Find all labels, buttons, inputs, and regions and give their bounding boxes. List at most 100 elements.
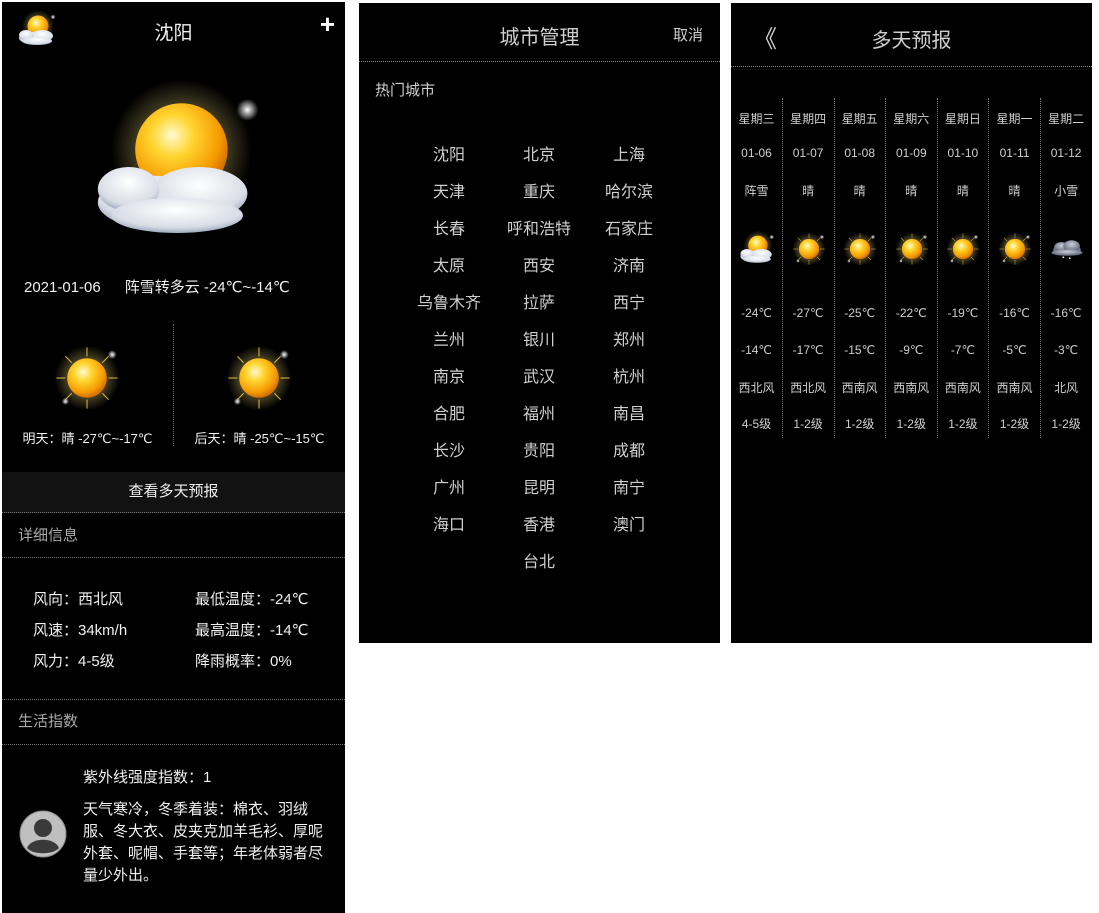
city-item[interactable]: 福州 xyxy=(494,400,584,423)
city-item[interactable]: 乌鲁木齐 xyxy=(404,289,494,312)
view-forecast-button[interactable]: 查看多天预报 xyxy=(2,472,345,513)
city-item[interactable]: 海口 xyxy=(404,511,494,534)
city-manage-title: 城市管理 xyxy=(499,27,580,49)
forecast-wind-level: 1-2级 xyxy=(999,417,1030,431)
city-item[interactable]: 沈阳 xyxy=(404,141,494,164)
max-temperature: 最高温度：-14℃ xyxy=(195,622,309,639)
forecast-day: 星期四 01-07 晴 -27℃ -17℃ 西北风 1-2级 xyxy=(783,98,835,438)
forecast-wind-level: 1-2级 xyxy=(896,417,926,431)
city-item[interactable]: 杭州 xyxy=(584,363,674,386)
city-item[interactable]: 合肥 xyxy=(404,400,494,423)
city-item[interactable]: 武汉 xyxy=(494,363,584,386)
tomorrow-card: 明天：晴 -27℃~-17℃ xyxy=(2,324,173,446)
city-item[interactable]: 兰州 xyxy=(404,326,494,349)
city-item[interactable]: 长春 xyxy=(404,215,494,238)
forecast-wind: 北风 xyxy=(1054,381,1079,395)
forecast-low-temp: -24℃ xyxy=(741,306,772,320)
forecast-day: 星期二 01-12 小雪 -16℃ -3℃ 北风 1-2级 xyxy=(1041,98,1092,438)
after-tomorrow-text: 后天：晴 -25℃~-15℃ xyxy=(194,431,325,446)
city-item[interactable]: 南宁 xyxy=(584,474,674,497)
forecast-low-temp: -16℃ xyxy=(999,306,1030,320)
city-title[interactable]: 沈阳 xyxy=(2,18,345,45)
forecast-day: 星期五 01-08 晴 -25℃ -15℃ 西南风 1-2级 xyxy=(834,98,887,438)
forecast-low-temp: -16℃ xyxy=(1050,306,1082,320)
detail-row: 风向：西北风 最低温度：-24℃ xyxy=(2,588,345,612)
forecast-low-temp: -25℃ xyxy=(844,306,876,320)
city-item[interactable]: 西安 xyxy=(494,252,584,275)
city-item[interactable]: 西宁 xyxy=(584,289,674,312)
city-item[interactable]: 北京 xyxy=(494,141,584,164)
forecast-wind: 西北风 xyxy=(790,381,827,395)
city-item[interactable]: 太原 xyxy=(404,252,494,275)
forecast-weekday: 星期三 xyxy=(738,112,775,126)
dress-advice: 天气寒冷，冬季着装：棉衣、羽绒服、冬大衣、皮夹克加羊毛衫、厚呢外套、呢帽、手套等… xyxy=(83,801,324,884)
main-header: 沈阳 + xyxy=(2,2,345,54)
sun-cloud-icon xyxy=(67,72,287,262)
forecast-high-temp: -9℃ xyxy=(899,343,924,357)
detail-section-title: 详细信息 xyxy=(2,514,345,558)
forecast-wind-level: 4-5级 xyxy=(741,417,772,431)
forecast-weather: 阵雪 xyxy=(744,184,769,198)
today-summary: 2021-01-06 阵雪转多云 -24℃~-14℃ xyxy=(24,276,290,297)
city-item[interactable]: 呼和浩特 xyxy=(494,215,584,238)
forecast-weather: 晴 xyxy=(802,184,815,198)
city-item[interactable]: 银川 xyxy=(494,326,584,349)
add-city-button[interactable]: + xyxy=(320,11,335,37)
forecast-wind: 西南风 xyxy=(893,381,930,395)
city-item[interactable]: 济南 xyxy=(584,252,674,275)
city-item[interactable]: 石家庄 xyxy=(584,215,674,238)
forecast-high-temp: -14℃ xyxy=(741,343,772,357)
min-temperature: 最低温度：-24℃ xyxy=(195,591,309,608)
snow-cloud-icon xyxy=(1044,230,1090,268)
forecast-day: 星期一 01-11 晴 -16℃ -5℃ 西南风 1-2级 xyxy=(989,98,1041,438)
forecast-weather: 晴 xyxy=(956,184,969,198)
forecast-date: 01-07 xyxy=(792,146,824,160)
forecast-wind-level: 1-2级 xyxy=(948,417,978,431)
city-item[interactable]: 拉萨 xyxy=(494,289,584,312)
rain-probability: 降雨概率：0% xyxy=(195,653,292,670)
forecast-wind-level: 1-2级 xyxy=(793,417,823,431)
city-item[interactable]: 贵阳 xyxy=(494,437,584,460)
weather-main-panel: 沈阳 + 2021-01-06 阵雪转多云 -24℃~-14℃ 明天：晴 -27℃… xyxy=(2,2,345,913)
forecast-wind: 西北风 xyxy=(738,381,775,395)
forecast-date: 01-06 xyxy=(741,146,772,160)
forecast-columns: 星期三 01-06 阵雪 -24℃ -14℃ 西北风 4-5级 星期四 01-07 晴 -27℃ -1… xyxy=(731,98,1092,438)
forecast-high-temp: -7℃ xyxy=(950,343,975,357)
forecast-date: 01-12 xyxy=(1050,146,1082,160)
city-item[interactable]: 长沙 xyxy=(404,437,494,460)
forecast-weekday: 星期五 xyxy=(841,112,878,126)
city-item[interactable]: 香港 xyxy=(494,511,584,534)
city-item[interactable]: 上海 xyxy=(584,141,674,164)
city-item[interactable]: 重庆 xyxy=(494,178,584,201)
city-item[interactable]: 台北 xyxy=(494,548,584,571)
detail-row: 风力：4-5级 降雨概率：0% xyxy=(2,650,345,674)
forecast-weather: 晴 xyxy=(853,184,866,198)
city-item[interactable]: 澳门 xyxy=(584,511,674,534)
cancel-button[interactable]: 取消 xyxy=(673,24,703,45)
forecast-weather: 小雪 xyxy=(1054,184,1079,198)
forecast-date: 01-11 xyxy=(999,146,1030,160)
forecast-wind: 西南风 xyxy=(944,381,981,395)
user-avatar-icon xyxy=(19,810,67,858)
wind-speed: 风速：34km/h xyxy=(33,622,128,639)
forecast-high-temp: -17℃ xyxy=(792,343,824,357)
city-item[interactable]: 郑州 xyxy=(584,326,674,349)
city-item[interactable]: 天津 xyxy=(404,178,494,201)
city-item[interactable]: 南昌 xyxy=(584,400,674,423)
sun-icon xyxy=(786,230,832,268)
city-item[interactable]: 哈尔滨 xyxy=(584,178,674,201)
city-item[interactable]: 南京 xyxy=(404,363,494,386)
city-item[interactable]: 广州 xyxy=(404,474,494,497)
forecast-title: 多天预报 xyxy=(871,30,952,52)
sun-icon xyxy=(992,230,1038,268)
forecast-wind: 西南风 xyxy=(841,381,878,395)
city-item[interactable]: 昆明 xyxy=(494,474,584,497)
forecast-low-temp: -19℃ xyxy=(947,306,979,320)
today-weather: 阵雪转多云 -24℃~-14℃ xyxy=(124,279,290,296)
city-item[interactable]: 成都 xyxy=(584,437,674,460)
forecast-wind: 西南风 xyxy=(996,381,1033,395)
forecast-weekday: 星期六 xyxy=(893,112,930,126)
two-day-forecast: 明天：晴 -27℃~-17℃ 后天：晴 -25℃~-15℃ xyxy=(2,324,345,446)
tomorrow-text: 明天：晴 -27℃~-17℃ xyxy=(22,431,153,446)
forecast-wind-level: 1-2级 xyxy=(1051,417,1081,431)
